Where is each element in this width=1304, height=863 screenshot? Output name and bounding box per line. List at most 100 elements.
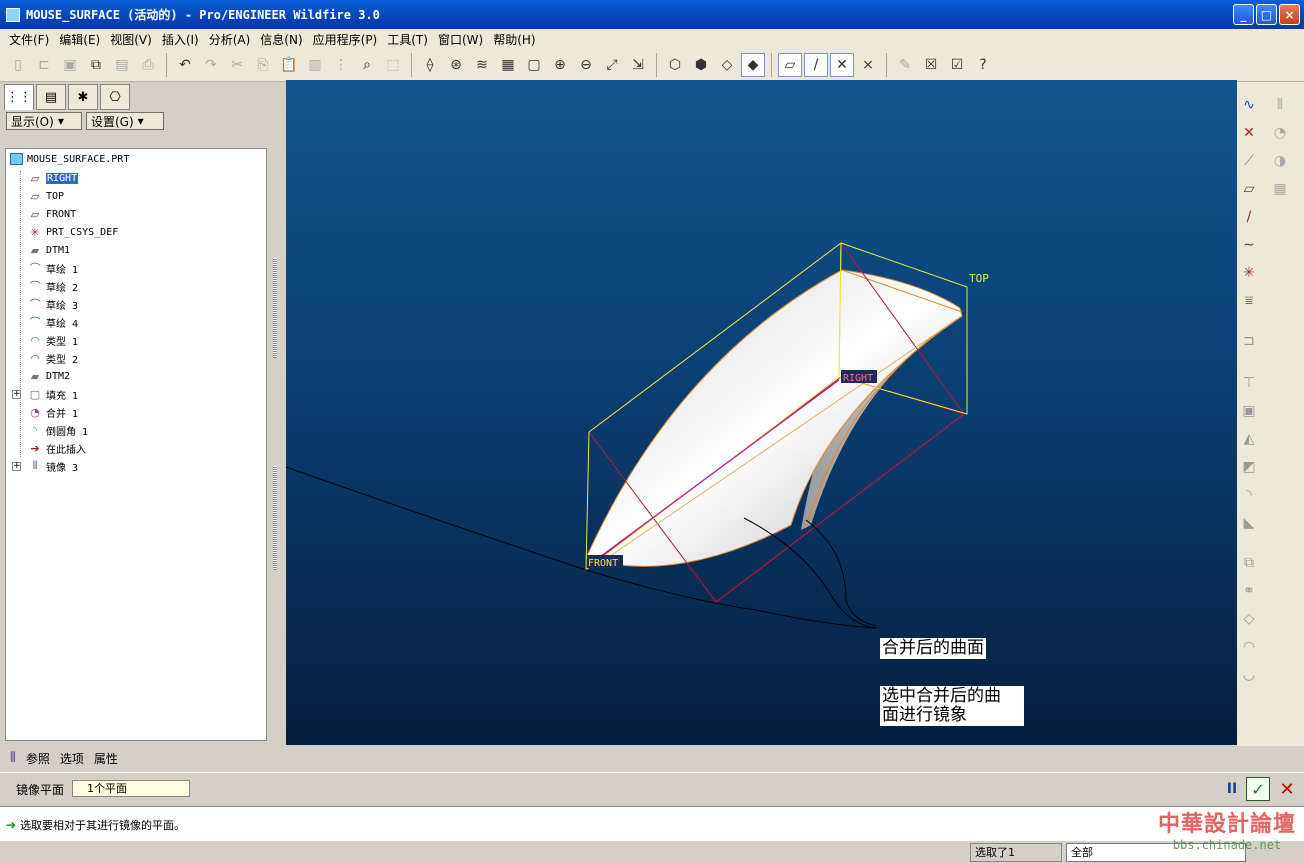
menu-tools[interactable]: 工具(T) xyxy=(382,31,433,48)
layers-icon[interactable]: ≋ xyxy=(470,53,494,77)
tab-options[interactable]: 选项 xyxy=(60,750,84,767)
paste-special-icon[interactable]: ▥ xyxy=(303,53,327,77)
mirror-plane-collector[interactable]: 1个平面 xyxy=(72,780,190,797)
print-icon[interactable]: ⎙ xyxy=(136,53,160,77)
datum-planes-toggle-icon[interactable]: ▱ xyxy=(778,53,802,77)
cut-icon[interactable]: ✂ xyxy=(225,53,249,77)
model-tree-tab[interactable]: ⋮⋮ xyxy=(4,84,34,110)
menu-window[interactable]: 窗口(W) xyxy=(433,31,488,48)
shell-icon[interactable]: ◩ xyxy=(1238,456,1260,478)
new-file-icon[interactable]: ▯ xyxy=(6,53,30,77)
tree-item-merge-1[interactable]: ◔ 合并 1 xyxy=(28,403,78,421)
menu-edit[interactable]: 编辑(E) xyxy=(54,31,105,48)
analysis-feature-icon[interactable]: ⩸ xyxy=(1238,290,1260,312)
csys-toggle-icon[interactable]: ⨯ xyxy=(856,53,880,77)
menu-info[interactable]: 信息(N) xyxy=(255,31,307,48)
hidden-line-icon[interactable]: ⬢ xyxy=(689,53,713,77)
tree-item-sketch-3[interactable]: ⌒ 草绘 3 xyxy=(28,295,79,313)
find-icon[interactable]: ⌕ xyxy=(355,53,379,77)
shading-icon[interactable]: ◆ xyxy=(741,53,765,77)
tab-properties[interactable]: 属性 xyxy=(94,750,118,767)
datum-display-icon[interactable]: ⟠ xyxy=(418,53,442,77)
datum-plane-tool-icon[interactable]: ▱ xyxy=(1238,178,1260,200)
favorites-tab[interactable]: ✱ xyxy=(68,84,98,110)
menu-help[interactable]: 帮助(H) xyxy=(488,31,540,48)
tree-item-sketch-2[interactable]: ⌒ 草绘 2 xyxy=(28,277,79,295)
ok-button[interactable]: ✓ xyxy=(1246,777,1270,801)
mirror-tool-icon[interactable]: ⫴ xyxy=(1269,94,1291,116)
close-button[interactable]: × xyxy=(1279,4,1300,25)
round-tool-icon[interactable]: ◝ xyxy=(1238,484,1260,506)
menu-insert[interactable]: 插入(I) xyxy=(157,31,204,48)
tree-item-insert-here[interactable]: ➔ 在此插入 xyxy=(28,439,86,457)
settings-dropdown[interactable]: 设置(G) ▾ xyxy=(86,112,164,130)
no-hidden-icon[interactable]: ◇ xyxy=(715,53,739,77)
menu-analysis[interactable]: 分析(A) xyxy=(204,31,256,48)
pattern-icon[interactable]: ⚭ xyxy=(1238,580,1260,602)
folder-browser-tab[interactable]: ▤ xyxy=(36,84,66,110)
reorient-icon[interactable]: ⇲ xyxy=(626,53,650,77)
extend-icon[interactable]: ◠ xyxy=(1238,636,1260,658)
merge-tool-icon[interactable]: ◔ xyxy=(1269,122,1291,144)
minimize-button[interactable]: _ xyxy=(1233,4,1254,25)
refit-icon[interactable]: ⤢ xyxy=(600,53,624,77)
tree-item-dtm1[interactable]: ▰ DTM1 xyxy=(28,241,70,259)
tree-item-sketch-1[interactable]: ⌒ 草绘 1 xyxy=(28,259,79,277)
tree-item-top[interactable]: ▱ TOP xyxy=(28,187,64,205)
copy-feature-icon[interactable]: ⧉ xyxy=(1238,552,1260,574)
csys-tool-icon[interactable]: ✳ xyxy=(1238,262,1260,284)
backup-icon[interactable]: ▤ xyxy=(110,53,134,77)
tree-item-boundary-2[interactable]: ◠ 类型 2 xyxy=(28,349,78,367)
expand-toggle[interactable]: + xyxy=(12,389,21,399)
datum-axes-toggle-icon[interactable]: / xyxy=(804,53,828,77)
open-file-icon[interactable]: ⊏ xyxy=(32,53,56,77)
tree-item-boundary-1[interactable]: ◠ 类型 1 xyxy=(28,331,78,349)
cancel-button[interactable]: ✕ xyxy=(1276,778,1298,800)
redo-icon[interactable]: ↷ xyxy=(199,53,223,77)
selection-box-icon[interactable]: ⬚ xyxy=(381,53,405,77)
pause-button[interactable]: II xyxy=(1224,780,1240,798)
save-copy-icon[interactable]: ⧉ xyxy=(84,53,108,77)
sketch-tool-icon[interactable]: ∿ xyxy=(1238,94,1260,116)
spin-center-icon[interactable]: ⊛ xyxy=(444,53,468,77)
tab-references[interactable]: 参照 xyxy=(26,750,50,767)
panel-splitter[interactable] xyxy=(270,82,284,746)
expand-toggle[interactable]: + xyxy=(12,461,21,471)
trim-icon[interactable]: ◇ xyxy=(1238,608,1260,630)
maximize-button[interactable]: □ xyxy=(1256,4,1277,25)
offset-icon[interactable]: ◡ xyxy=(1238,664,1260,686)
axis-tool-icon[interactable]: / xyxy=(1238,206,1260,228)
paste-icon[interactable]: 📋 xyxy=(277,53,301,77)
annotation-icon[interactable]: ✎ xyxy=(893,53,917,77)
show-dropdown[interactable]: 显示(O) ▾ xyxy=(6,112,82,130)
extrude-icon[interactable]: ⊐ xyxy=(1238,330,1260,352)
menu-file[interactable]: 文件(F) xyxy=(4,31,54,48)
regenerate-icon[interactable]: ⋮ xyxy=(329,53,353,77)
datum-axis-icon[interactable]: ⟋ xyxy=(1238,150,1260,172)
solidify-icon[interactable]: ▦ xyxy=(1269,178,1291,200)
copy-icon[interactable]: ⎘ xyxy=(251,53,275,77)
tree-item-fill-1[interactable]: + ▢ 填充 1 xyxy=(12,385,78,403)
tree-root-part[interactable]: MOUSE_SURFACE.PRT xyxy=(10,153,129,165)
wireframe-icon[interactable]: ⬡ xyxy=(663,53,687,77)
save-icon[interactable]: ▣ xyxy=(58,53,82,77)
tree-item-mirror-3[interactable]: + ⫴ 镜像 3 xyxy=(12,457,78,475)
activate-window-icon[interactable]: ☑ xyxy=(945,53,969,77)
zoom-in-icon[interactable]: ⊕ xyxy=(548,53,572,77)
close-window-icon[interactable]: ☒ xyxy=(919,53,943,77)
context-help-icon[interactable]: ? xyxy=(971,53,995,77)
tree-item-dtm2[interactable]: ▰ DTM2 xyxy=(28,367,70,385)
tree-item-csys[interactable]: ✳ PRT_CSYS_DEF xyxy=(28,223,118,241)
sweep-icon[interactable]: ▣ xyxy=(1238,400,1260,422)
repaint-icon[interactable]: ▢ xyxy=(522,53,546,77)
chamfer-icon[interactable]: ◣ xyxy=(1238,512,1260,534)
menu-applications[interactable]: 应用程序(P) xyxy=(308,31,383,48)
graphics-viewport[interactable]: TOP RIGHT FRONT 合并后的曲面 选中合并后的曲 面进行镜象 xyxy=(286,80,1237,745)
tree-item-front[interactable]: ▱ FRONT xyxy=(28,205,76,223)
intersect-icon[interactable]: ◑ xyxy=(1269,150,1291,172)
revolve-icon[interactable]: ⊤ xyxy=(1238,372,1260,394)
tree-item-sketch-4[interactable]: ⌒ 草绘 4 xyxy=(28,313,79,331)
blend-icon[interactable]: ◭ xyxy=(1238,428,1260,450)
connections-tab[interactable]: ⎔ xyxy=(100,84,130,110)
tree-item-round-1[interactable]: ◝ 倒圆角 1 xyxy=(28,421,88,439)
